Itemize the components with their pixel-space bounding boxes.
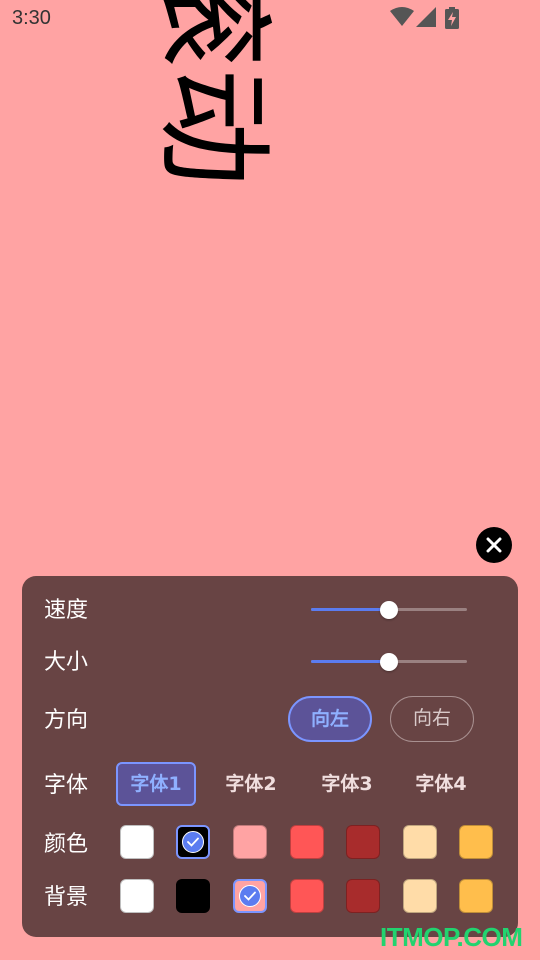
text-color-swatch-4[interactable] <box>290 825 324 859</box>
direction-left-button[interactable]: 向左 <box>288 696 372 742</box>
background-color-swatch-1[interactable] <box>120 879 154 913</box>
size-label: 大小 <box>44 650 89 675</box>
direction-label: 方向 <box>44 708 89 733</box>
font-option-2[interactable]: 字体2 <box>211 762 291 806</box>
marquee-text: 滚动 <box>144 0 282 187</box>
slider-thumb[interactable] <box>380 653 398 671</box>
background-color-label: 背景 <box>44 885 89 910</box>
close-icon <box>486 537 502 553</box>
background-color-swatch-4[interactable] <box>290 879 324 913</box>
background-color-swatch-3[interactable] <box>233 879 267 913</box>
watermark: ITMOP.COM <box>380 922 523 952</box>
font-option-4[interactable]: 字体4 <box>401 762 481 806</box>
text-color-label: 颜色 <box>44 832 89 857</box>
marquee-display: 滚动 <box>0 0 540 560</box>
text-color-swatch-5[interactable] <box>346 825 380 859</box>
text-color-swatch-3[interactable] <box>233 825 267 859</box>
font-label: 字体 <box>44 773 89 798</box>
text-color-swatch-6[interactable] <box>403 825 437 859</box>
settings-panel: 速度 大小 方向 向左 向右 字体 字体1 字体2 字体3 字体4 颜色 背景 <box>22 576 518 937</box>
text-color-swatch-7[interactable] <box>459 825 493 859</box>
background-color-swatch-2[interactable] <box>176 879 210 913</box>
close-button[interactable] <box>476 527 512 563</box>
check-icon <box>239 885 261 907</box>
background-color-swatch-5[interactable] <box>346 879 380 913</box>
slider-thumb[interactable] <box>380 601 398 619</box>
font-option-3[interactable]: 字体3 <box>307 762 387 806</box>
slider-fill <box>311 660 389 663</box>
speed-slider[interactable] <box>311 600 467 620</box>
check-icon <box>182 831 204 853</box>
background-color-swatch-7[interactable] <box>459 879 493 913</box>
background-color-swatch-6[interactable] <box>403 879 437 913</box>
text-color-swatch-1[interactable] <box>120 825 154 859</box>
font-option-1[interactable]: 字体1 <box>116 762 196 806</box>
size-slider[interactable] <box>311 652 467 672</box>
direction-right-button[interactable]: 向右 <box>390 696 474 742</box>
speed-label: 速度 <box>44 598 89 623</box>
text-color-swatch-2[interactable] <box>176 825 210 859</box>
slider-fill <box>311 608 389 611</box>
